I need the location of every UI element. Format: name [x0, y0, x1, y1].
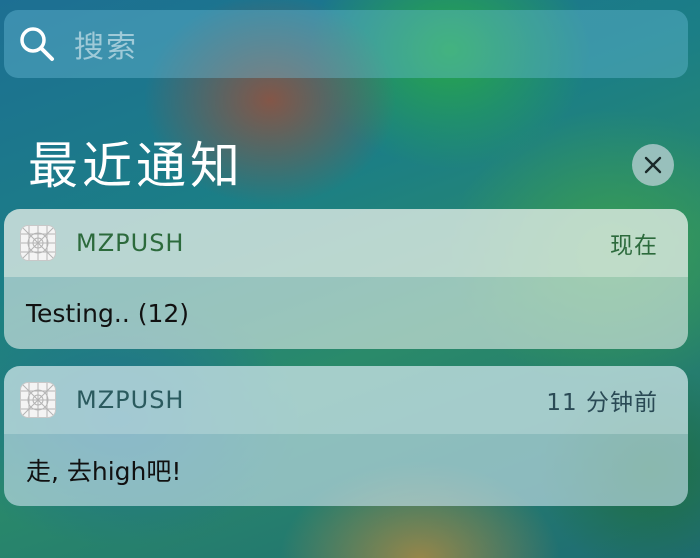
notification-body: Testing.. (12) — [4, 277, 688, 349]
close-icon — [644, 156, 662, 174]
notification-header: MZPUSH 现在 — [4, 209, 688, 277]
notification-card[interactable]: MZPUSH 现在 Testing.. (12) — [4, 209, 688, 349]
search-bar[interactable]: 搜索 — [4, 10, 688, 78]
notification-time: 现在 — [610, 233, 658, 259]
section-title: 最近通知 — [28, 137, 244, 195]
notification-message: 走, 去high吧! — [26, 457, 182, 486]
notification-card[interactable]: MZPUSH 11 分钟前 走, 去high吧! — [4, 366, 688, 506]
app-placeholder-icon — [20, 225, 56, 261]
search-placeholder: 搜索 — [74, 30, 138, 65]
notification-time: 11 分钟前 — [546, 390, 658, 416]
notification-message: Testing.. (12) — [26, 298, 190, 328]
notification-body: 走, 去high吧! — [4, 434, 688, 506]
notification-header: MZPUSH 11 分钟前 — [4, 366, 688, 434]
app-name: MZPUSH — [76, 386, 185, 414]
search-icon — [20, 27, 54, 61]
app-placeholder-icon — [20, 382, 56, 418]
clear-notifications-button[interactable] — [632, 144, 674, 186]
app-name: MZPUSH — [76, 229, 185, 257]
